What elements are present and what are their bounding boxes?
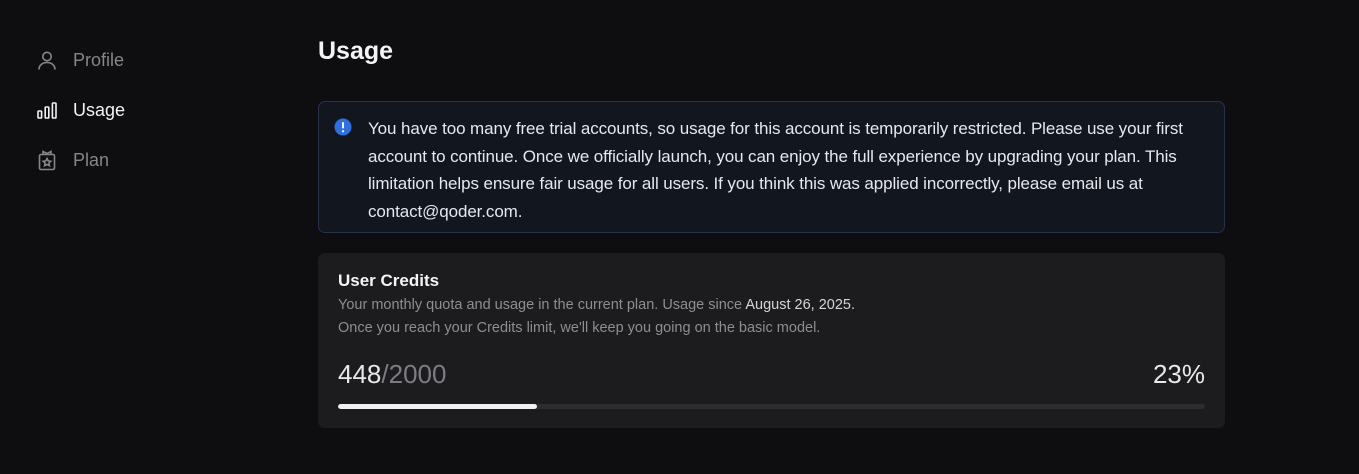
bar-chart-icon	[36, 99, 58, 121]
sidebar-item-usage[interactable]: Usage	[36, 95, 256, 125]
sidebar-item-plan[interactable]: Plan	[36, 145, 256, 175]
plan-badge-icon	[36, 149, 58, 171]
credits-desc-line1: Your monthly quota and usage in the curr…	[338, 297, 746, 313]
notice-text: You have too many free trial accounts, s…	[368, 119, 1183, 221]
usage-progress-fill	[338, 404, 538, 409]
usage-readout: 448/2000 23%	[338, 357, 1205, 391]
usage-since-date: August 26, 2025.	[745, 297, 856, 313]
credits-title: User Credits	[338, 271, 440, 290]
credits-desc-line2: Once you reach your Credits limit, we'll…	[338, 320, 821, 336]
user-credits-card: User Credits Your monthly quota and usag…	[318, 253, 1225, 428]
page-title: Usage	[318, 37, 394, 65]
sidebar-item-label: Plan	[73, 149, 110, 170]
credits-used: 448	[338, 358, 382, 389]
sidebar: Profile Usage Plan	[36, 45, 256, 195]
usage-progress-bar	[338, 404, 1205, 409]
sidebar-item-profile[interactable]: Profile	[36, 45, 256, 75]
credits-separator: /	[381, 358, 389, 389]
restriction-notice: You have too many free trial accounts, s…	[318, 101, 1225, 233]
info-icon	[334, 118, 352, 136]
sidebar-item-label: Usage	[73, 99, 126, 120]
usage-percent: 23%	[1152, 358, 1205, 389]
user-icon	[36, 49, 58, 71]
sidebar-item-label: Profile	[73, 49, 125, 70]
credits-limit: 2000	[388, 358, 447, 389]
usage-count: 448/2000	[338, 359, 446, 390]
credits-description: Your monthly quota and usage in the curr…	[338, 294, 1205, 340]
main-content: Usage You have too many free trial accou…	[318, 34, 1225, 428]
